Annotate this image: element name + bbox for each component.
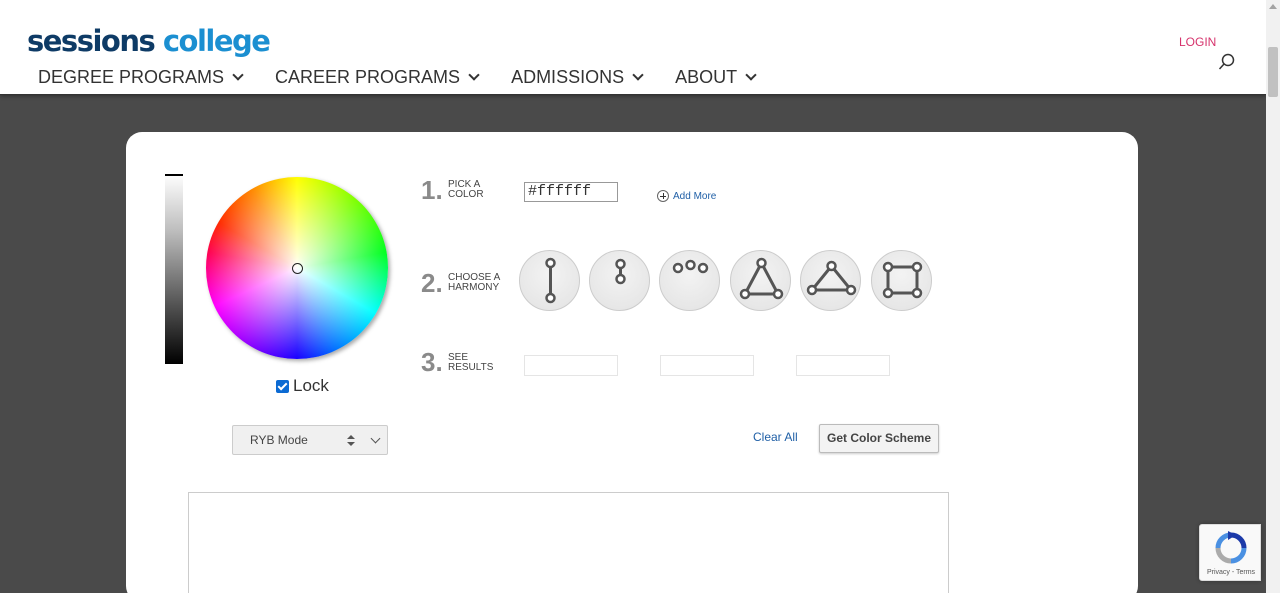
main-nav: DEGREE PROGRAMS CAREER PROGRAMS ADMISSIO… bbox=[38, 66, 788, 88]
site-logo[interactable]: sessions college bbox=[27, 24, 271, 58]
nav-item-label: DEGREE PROGRAMS bbox=[38, 67, 225, 87]
search-icon[interactable] bbox=[1218, 53, 1236, 71]
harmony-complementary-button[interactable] bbox=[519, 250, 580, 311]
chevron-down-icon bbox=[745, 68, 757, 81]
step-1-label: PICK A COLOR bbox=[448, 180, 508, 200]
clear-all-link[interactable]: Clear All bbox=[753, 430, 798, 444]
step-3-label-line2: RESULTS bbox=[448, 362, 494, 373]
mode-select[interactable]: RYB Mode bbox=[232, 425, 388, 455]
chevron-down-icon bbox=[232, 68, 244, 81]
lock-toggle[interactable]: Lock bbox=[276, 376, 329, 396]
nav-item-about[interactable]: ABOUT bbox=[675, 66, 757, 88]
login-link[interactable]: LOGIN bbox=[1179, 35, 1216, 49]
chevron-down-icon bbox=[632, 68, 644, 81]
add-more-label: Add More bbox=[673, 190, 717, 202]
nav-item-admissions[interactable]: ADMISSIONS bbox=[511, 66, 644, 88]
color-wheel-handle[interactable] bbox=[292, 263, 303, 274]
result-swatch[interactable] bbox=[660, 355, 754, 376]
harmony-triad-button[interactable] bbox=[730, 250, 791, 311]
step-2-number: 2. bbox=[421, 268, 443, 298]
logo-word-college: college bbox=[162, 24, 271, 58]
tetrad-icon bbox=[882, 261, 923, 299]
step-1-number: 1. bbox=[421, 175, 443, 205]
harmony-analogous-button[interactable] bbox=[659, 250, 720, 311]
recaptcha-badge[interactable]: Privacy - Terms bbox=[1199, 524, 1261, 581]
plus-circle-icon bbox=[657, 190, 669, 202]
color-wheel[interactable] bbox=[206, 177, 388, 359]
result-swatch[interactable] bbox=[796, 355, 890, 376]
lock-checkbox[interactable] bbox=[276, 379, 289, 393]
logo-word-sessions: sessions bbox=[27, 24, 156, 58]
recaptcha-icon bbox=[1215, 531, 1247, 564]
nav-item-degree-programs[interactable]: DEGREE PROGRAMS bbox=[38, 66, 244, 88]
lightness-slider-handle[interactable] bbox=[165, 174, 183, 176]
nav-item-label: ADMISSIONS bbox=[511, 67, 625, 87]
nav-item-label: CAREER PROGRAMS bbox=[275, 67, 461, 87]
recaptcha-terms[interactable]: Privacy - Terms bbox=[1200, 569, 1262, 576]
color-calculator-card: Lock 1. PICK A COLOR #ffffff Add More 2.… bbox=[126, 132, 1138, 593]
harmony-tetrad-button[interactable] bbox=[871, 250, 932, 311]
step-1-label-line2: COLOR bbox=[448, 189, 484, 200]
step-3-label: SEE RESULTS bbox=[448, 353, 508, 373]
scroll-thumb[interactable] bbox=[1268, 47, 1278, 97]
site-header: sessions college DEGREE PROGRAMS CAREER … bbox=[0, 0, 1266, 95]
step-3-number: 3. bbox=[421, 347, 443, 377]
scheme-output-area bbox=[188, 492, 949, 593]
triad-icon bbox=[739, 257, 784, 300]
analogous-icon bbox=[672, 259, 709, 274]
lock-label: Lock bbox=[293, 376, 329, 395]
add-more-button[interactable]: Add More bbox=[657, 190, 716, 202]
harmony-split-button[interactable] bbox=[589, 250, 650, 311]
chevron-down-icon bbox=[370, 433, 381, 444]
triangle-icon bbox=[806, 260, 857, 296]
get-color-scheme-button[interactable]: Get Color Scheme bbox=[819, 424, 939, 453]
hex-color-input[interactable]: #ffffff bbox=[524, 182, 618, 202]
step-2-label-line2: HARMONY bbox=[448, 282, 500, 293]
chevron-down-icon bbox=[468, 68, 480, 81]
result-swatch[interactable] bbox=[524, 355, 618, 376]
sort-arrows-icon bbox=[347, 435, 355, 447]
harmony-triangle-button[interactable] bbox=[800, 250, 861, 311]
nav-item-career-programs[interactable]: CAREER PROGRAMS bbox=[275, 66, 480, 88]
step-2-label: CHOOSE A HARMONY bbox=[448, 273, 508, 293]
mode-select-value: RYB Mode bbox=[250, 433, 308, 447]
split-icon bbox=[615, 258, 626, 285]
scroll-up-arrow-icon[interactable] bbox=[1269, 4, 1277, 9]
page-scrollbar[interactable] bbox=[1266, 0, 1280, 593]
lightness-slider[interactable] bbox=[165, 174, 183, 364]
complementary-icon bbox=[545, 257, 556, 304]
nav-item-label: ABOUT bbox=[675, 67, 738, 87]
